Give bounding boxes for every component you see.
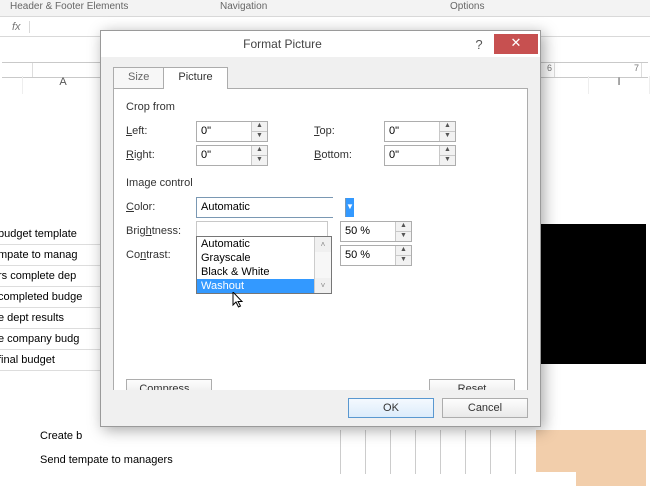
color-option-automatic[interactable]: Automatic [197,237,331,251]
spin-down-icon[interactable]: ▼ [440,132,455,141]
fx-label: fx [12,21,30,33]
crop-left-label: Left: [126,125,196,137]
color-option-black-white[interactable]: Black & White [197,265,331,279]
crop-bottom-input[interactable]: ▲▼ [384,145,456,166]
crop-right-input[interactable]: ▲▼ [196,145,268,166]
scroll-down-icon[interactable]: ˅ [315,278,331,293]
close-button[interactable]: ✕ [494,34,538,54]
picture-panel: Crop from Left: ▲▼ Top: ▲▼ Right: ▲▼ [113,88,528,410]
color-dropdown-list[interactable]: Automatic Grayscale Black & White Washou… [196,236,332,294]
background-bottom-rows: Create b Send tempate to managers [40,430,173,478]
spin-up-icon[interactable]: ▲ [396,246,411,256]
gantt-bar-black [526,224,646,364]
crop-top-label: Top: [314,125,384,137]
spin-up-icon[interactable]: ▲ [440,122,455,132]
spin-down-icon[interactable]: ▼ [396,256,411,265]
color-option-grayscale[interactable]: Grayscale [197,251,331,265]
spin-down-icon[interactable]: ▼ [252,156,267,165]
spin-up-icon[interactable]: ▲ [252,122,267,132]
color-option-washout[interactable]: Washout [197,279,331,293]
brightness-input[interactable]: ▲▼ [340,221,412,242]
tab-picture[interactable]: Picture [163,67,227,89]
dialog-title: Format Picture [101,37,464,51]
help-button[interactable]: ? [464,37,494,52]
background-gridlines [340,430,540,474]
cancel-button[interactable]: Cancel [442,398,528,418]
dialog-footer: OK Cancel [101,390,540,426]
tab-size[interactable]: Size [113,67,164,89]
spin-up-icon[interactable]: ▲ [396,222,411,232]
scroll-up-icon[interactable]: ˄ [315,237,331,252]
dropdown-scrollbar[interactable]: ˄ ˅ [314,237,331,293]
crop-left-input[interactable]: ▲▼ [196,121,268,142]
format-picture-dialog: Format Picture ? ✕ Size Picture Crop fro… [100,30,541,427]
spin-down-icon[interactable]: ▼ [440,156,455,165]
spin-up-icon[interactable]: ▲ [252,146,267,156]
spin-up-icon[interactable]: ▲ [440,146,455,156]
contrast-input[interactable]: ▲▼ [340,245,412,266]
spin-down-icon[interactable]: ▼ [252,132,267,141]
crop-right-label: Right: [126,149,196,161]
spin-down-icon[interactable]: ▼ [396,232,411,241]
brightness-label: Brightness: [126,225,196,237]
ok-button[interactable]: OK [348,398,434,418]
image-control-label: Image control [126,177,515,189]
chevron-down-icon[interactable]: ▼ [345,198,354,217]
dialog-tabs: Size Picture [113,67,528,89]
dialog-titlebar[interactable]: Format Picture ? ✕ [101,31,540,58]
ribbon-group-labels: Header & Footer Elements Navigation Opti… [0,0,650,17]
crop-from-label: Crop from [126,101,515,113]
crop-top-input[interactable]: ▲▼ [384,121,456,142]
contrast-label: Contrast: [126,249,196,261]
gantt-bar-tan-2 [576,466,646,486]
color-combobox[interactable]: ▼ [196,197,333,218]
color-label: Color: [126,201,196,213]
crop-bottom-label: Bottom: [314,149,384,161]
